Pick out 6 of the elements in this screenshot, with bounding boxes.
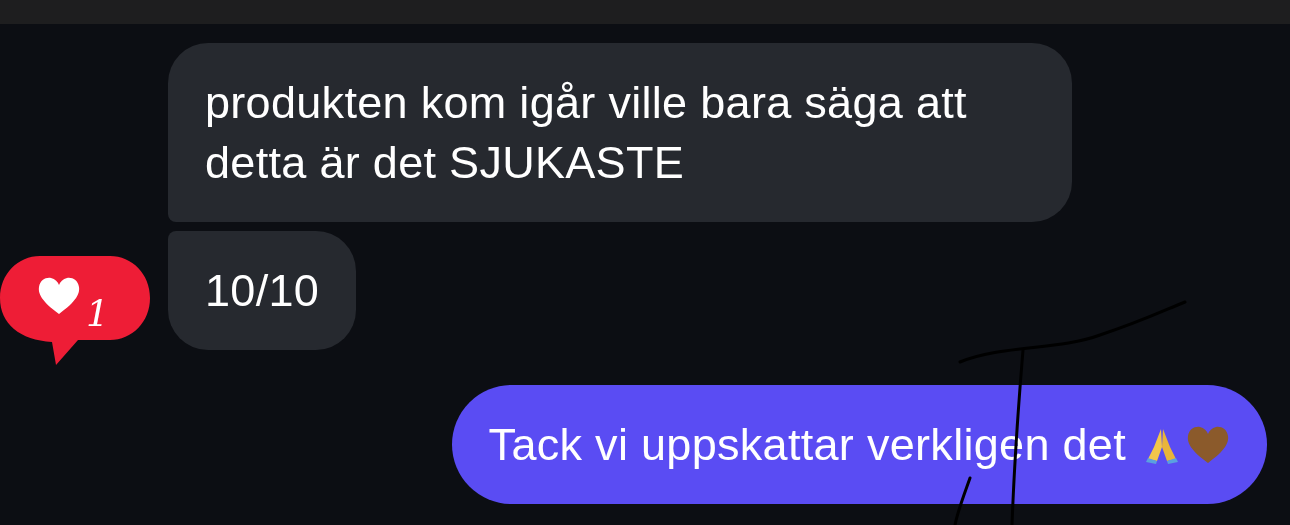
reaction-count: 1 (86, 296, 109, 332)
message-text: 10/10 (205, 263, 320, 318)
heart-icon (1186, 425, 1230, 465)
heart-icon (36, 276, 82, 316)
message-text: produkten kom igår ville bara säga att detta är det SJUKASTE (205, 76, 968, 190)
reaction-badge[interactable]: 1 (0, 254, 150, 365)
